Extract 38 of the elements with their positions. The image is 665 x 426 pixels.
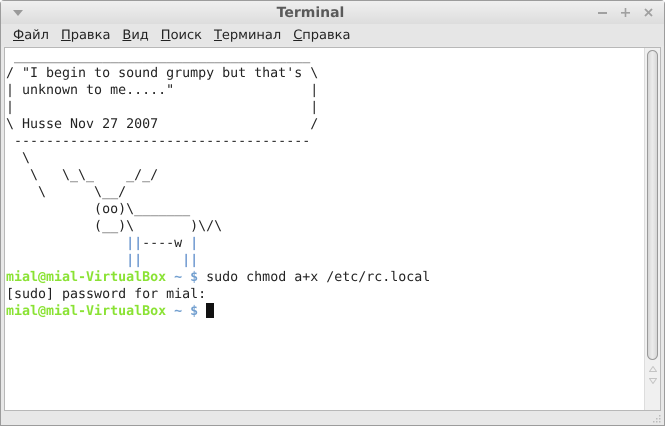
close-icon[interactable] (644, 8, 653, 17)
terminal-text: (oo)\_______ (93, 202, 190, 217)
menu-item[interactable]: Терминал (208, 28, 288, 42)
terminal-text: _____________________________________ (13, 49, 310, 64)
terminal-text: / "I begin to sound grumpy but that's \ (6, 66, 318, 81)
terminal-text: [sudo] password for mial: (6, 287, 206, 302)
terminal-text: \ (21, 151, 30, 166)
ascii-art: || (125, 236, 142, 251)
terminal-text: ----w (142, 236, 184, 251)
scroll-thumb[interactable] (647, 50, 658, 360)
resize-grip-icon[interactable] (652, 414, 661, 422)
terminal-text: ------------------------------------- (13, 134, 310, 149)
terminal-text: \ \_\_ _/_/ (29, 168, 158, 183)
menu-item[interactable]: Файл (7, 28, 55, 42)
scroll-bar[interactable] (644, 48, 660, 410)
window-title: Terminal (276, 4, 346, 20)
terminal-text: sudo chmod a+x /etc/rc.local (205, 270, 430, 285)
ascii-art: || (125, 253, 142, 268)
menu-item[interactable]: Вид (116, 28, 155, 42)
terminal-text: \ Husse Nov 27 2007 / (6, 117, 318, 132)
prompt-symbol: ~ $ (173, 270, 198, 285)
menu-item[interactable]: Поиск (154, 28, 208, 42)
down-arrow-icon[interactable] (648, 378, 656, 384)
menu-item[interactable]: Правка (54, 28, 116, 42)
text-cursor (206, 303, 214, 318)
maximize-icon[interactable] (621, 8, 630, 17)
terminal-text: \ \__/ (37, 185, 126, 200)
ascii-art: || (181, 253, 198, 268)
prompt-symbol: ~ $ (173, 304, 200, 319)
terminal-text: | unknown to me....." | (6, 83, 318, 98)
up-arrow-icon[interactable] (648, 366, 656, 372)
prompt-user: mial@mial-VirtualBox (6, 304, 166, 319)
prompt-user: mial@mial-VirtualBox (6, 270, 166, 285)
menu-item[interactable]: Справка (287, 28, 356, 42)
caret-icon[interactable] (13, 10, 23, 16)
terminal-text: | | (6, 100, 318, 115)
terminal-text: (__)\ )\/\ (93, 219, 222, 234)
ascii-art: | (190, 236, 198, 251)
